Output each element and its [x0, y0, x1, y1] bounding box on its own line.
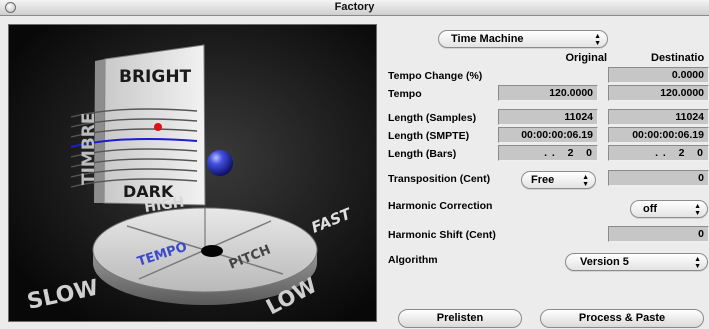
visual-graphic: TEMPO PITCH BRIGHT DARK TIMBRE HIGH FAST…: [9, 25, 376, 321]
transposition-popup[interactable]: Free ▲ ▼: [521, 171, 596, 189]
timbre-label: TIMBRE: [79, 113, 99, 186]
window-title: Factory: [334, 1, 375, 13]
length-bars-original-field: . . 2 0: [498, 145, 598, 161]
mode-popup[interactable]: Time Machine ▲ ▼: [438, 30, 608, 48]
mode-popup-label: Time Machine: [451, 33, 524, 45]
center-hole: [201, 245, 223, 257]
transposition-label: Transposition (Cent): [388, 173, 491, 185]
harmonic-shift-label: Harmonic Shift (Cent): [388, 229, 496, 241]
process-paste-button[interactable]: Process & Paste: [540, 309, 704, 328]
length-bars-destination-field[interactable]: . . 2 0: [608, 145, 709, 161]
transposition-popup-label: Free: [531, 174, 555, 186]
prelisten-button[interactable]: Prelisten: [398, 309, 522, 328]
timbre-position-dot[interactable]: [154, 123, 162, 131]
window-content: TEMPO PITCH BRIGHT DARK TIMBRE HIGH FAST…: [0, 16, 709, 329]
length-samples-destination-field[interactable]: 11024: [608, 109, 709, 125]
time-pitch-visualization: TEMPO PITCH BRIGHT DARK TIMBRE HIGH FAST…: [8, 24, 377, 322]
length-smpte-destination-field[interactable]: 00:00:00:06.19: [608, 127, 709, 143]
tempo-change-destination-field[interactable]: 0.0000: [608, 67, 709, 83]
bright-label: BRIGHT: [119, 67, 192, 87]
transposition-value-field[interactable]: 0: [608, 170, 709, 186]
tempo-destination-field[interactable]: 120.0000: [608, 85, 709, 101]
harmonic-correction-popup[interactable]: off ▲ ▼: [630, 200, 708, 218]
length-bars-label: Length (Bars): [388, 148, 457, 160]
column-destination: Destinatio: [651, 52, 705, 64]
tempo-original-field: 120.0000: [498, 85, 598, 101]
length-samples-label: Length (Samples): [388, 112, 477, 124]
popup-arrows-icon: ▲ ▼: [694, 256, 701, 270]
popup-arrows-icon: ▲ ▼: [594, 33, 601, 47]
length-smpte-label: Length (SMPTE): [388, 130, 470, 142]
algorithm-label: Algorithm: [388, 254, 438, 266]
algorithm-popup-label: Version 5: [580, 256, 629, 268]
harmonic-correction-label: Harmonic Correction: [388, 200, 493, 212]
popup-arrows-icon: ▲ ▼: [694, 203, 701, 217]
length-samples-original-field: 11024: [498, 109, 598, 125]
column-original: Original: [565, 52, 607, 64]
tempo-change-label: Tempo Change (%): [388, 70, 483, 82]
length-smpte-original-field: 00:00:00:06.19: [498, 127, 598, 143]
title-bar: Factory: [0, 0, 709, 16]
harmonic-shift-value-field[interactable]: 0: [608, 226, 709, 242]
position-sphere[interactable]: [207, 150, 233, 176]
popup-arrows-icon: ▲ ▼: [582, 174, 589, 188]
algorithm-popup[interactable]: Version 5 ▲ ▼: [565, 253, 708, 271]
tempo-label-text: Tempo: [388, 88, 422, 100]
harmonic-correction-popup-label: off: [643, 203, 658, 215]
